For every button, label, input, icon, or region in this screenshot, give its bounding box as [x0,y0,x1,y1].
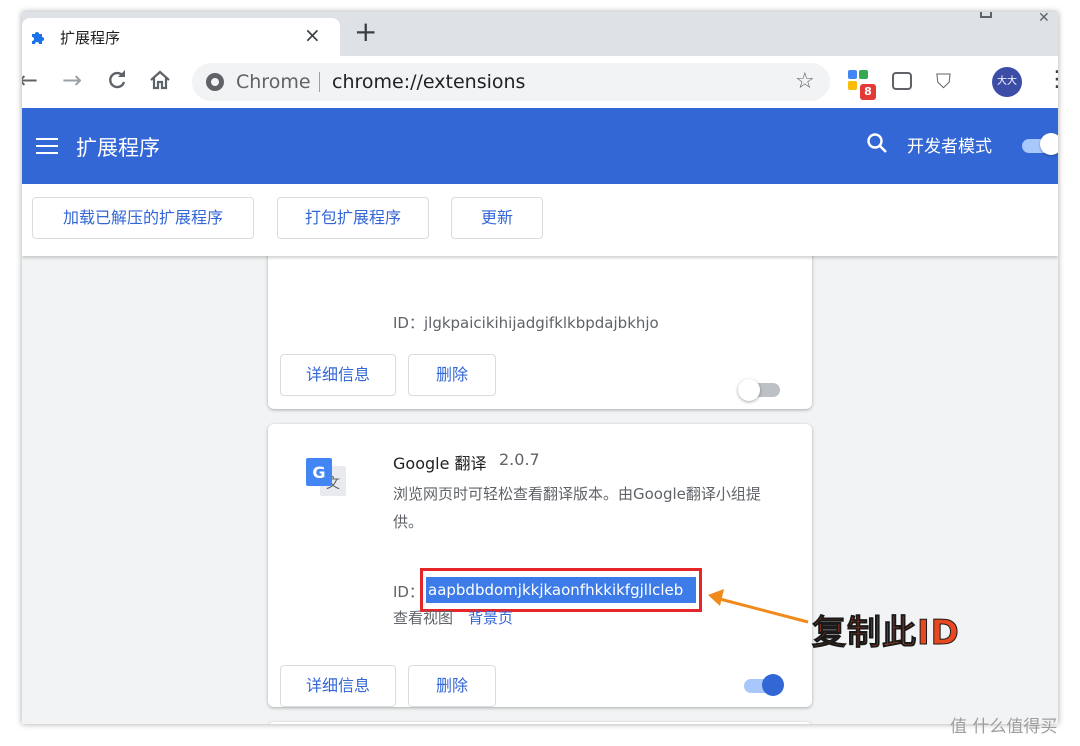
pack-extension-button[interactable]: 打包扩展程序 [277,197,429,239]
action-bar: 加载已解压的扩展程序 打包扩展程序 更新 [22,184,1058,256]
hamburger-menu-icon[interactable] [36,138,58,154]
extension-id-label: ID： [393,314,424,332]
avatar[interactable]: 大大 [992,67,1022,97]
window-close-button[interactable]: ✕ [1038,12,1050,26]
tab-extensions[interactable]: 扩展程序 × [22,18,340,56]
page-title: 扩展程序 [76,136,160,160]
extension-id[interactable]: jlgkpaicikihijadgifklkbpdajbkhjo [424,314,659,332]
chrome-icon [206,73,224,91]
home-icon[interactable] [148,68,172,92]
reload-icon[interactable] [106,69,128,91]
omnibox-url[interactable]: chrome://extensions [332,71,525,93]
tab-close-button[interactable]: × [304,23,321,47]
watermark: 值 什么值得买 [950,717,1058,737]
extension-description: 浏览网页时可轻松查看翻译版本。由Google翻译小组提供。 [393,485,761,531]
tab-strip: 扩展程序 × + ✕ [22,12,1058,56]
omnibox-brand: Chrome [236,71,311,93]
extension-badge: 8 [860,84,876,100]
enable-toggle-knob[interactable] [762,674,784,696]
details-button[interactable]: 详细信息 [280,665,396,707]
search-icon[interactable] [866,132,888,154]
omnibox-divider [319,72,320,92]
tab-title: 扩展程序 [60,29,121,47]
inspect-views-label: 查看视图 [393,609,454,627]
more-menu-icon[interactable]: ⋮ [1046,66,1058,94]
forward-icon[interactable]: → [62,66,82,94]
callout-copy-id: 复制此ID [812,613,960,654]
window-restore-button[interactable] [980,12,992,18]
annotation-arrow-icon [708,589,809,624]
shield-icon[interactable]: ⛉ [936,69,951,93]
extension-version: 2.0.7 [499,450,540,469]
extension-card [268,722,812,724]
enable-toggle-knob[interactable] [738,379,760,401]
google-translate-icon: 文 G [306,458,346,496]
back-icon[interactable]: ← [22,66,38,94]
address-bar[interactable]: Chrome chrome://extensions ☆ [192,63,830,101]
remove-button[interactable]: 删除 [408,665,496,707]
extension-id-selected[interactable]: aapbdbdomjkkjkaonfhkkikfgjllcleb [426,577,696,603]
remove-button[interactable]: 删除 [408,354,496,396]
load-unpacked-button[interactable]: 加载已解压的扩展程序 [32,197,254,239]
browser-toolbar: ← → Chrome chrome://extensions ☆ 8 ⛉ 大大 … [22,56,1058,108]
extension-card-google-translate: 文 G Google 翻译 2.0.7 浏览网页时可轻松查看翻译版本。由Goog… [268,424,812,707]
update-button[interactable]: 更新 [451,197,543,239]
new-tab-button[interactable]: + [354,18,377,46]
dev-mode-toggle-knob[interactable] [1040,133,1058,155]
dev-mode-label: 开发者模式 [907,137,992,157]
svg-text:G: G [312,463,325,482]
extension-window-icon[interactable] [892,72,912,90]
extension-id-line: ID：jlgkpaicikihijadgifklkbpdajbkhjo [393,312,659,333]
extension-name: Google 翻译 [393,454,487,473]
bookmark-star-icon[interactable]: ☆ [795,69,815,94]
extensions-header: 扩展程序 开发者模式 [22,108,1058,184]
details-button[interactable]: 详细信息 [280,354,396,396]
background-page-link[interactable]: 背景页 [468,607,513,628]
puzzle-icon [32,32,44,44]
